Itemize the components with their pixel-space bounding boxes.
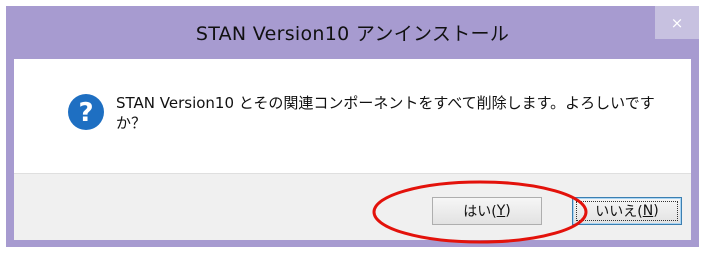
question-icon: ?	[68, 94, 104, 130]
close-button[interactable]: ×	[655, 6, 699, 39]
svg-text:?: ?	[78, 98, 93, 128]
message-line-2: か？	[116, 114, 147, 132]
message-line-1: STAN Version10 とその関連コンポーネントをすべて削除します。よろし…	[116, 94, 655, 112]
message-area: ? STAN Version10 とその関連コンポーネントをすべて削除します。よ…	[14, 59, 691, 173]
dialog-title: STAN Version10 アンインストール	[195, 23, 510, 45]
yes-button[interactable]: はい(Y)	[432, 197, 542, 225]
title-bar[interactable]: STAN Version10 アンインストール ×	[6, 6, 699, 59]
button-bar: はい(Y) いいえ(N)	[14, 173, 691, 240]
focus-rectangle	[576, 201, 678, 221]
confirmation-message: STAN Version10 とその関連コンポーネントをすべて削除します。よろし…	[116, 93, 676, 133]
uninstall-dialog: STAN Version10 アンインストール × ? STAN Version…	[0, 0, 705, 253]
no-button[interactable]: いいえ(N)	[572, 197, 682, 225]
close-icon: ×	[670, 13, 684, 32]
